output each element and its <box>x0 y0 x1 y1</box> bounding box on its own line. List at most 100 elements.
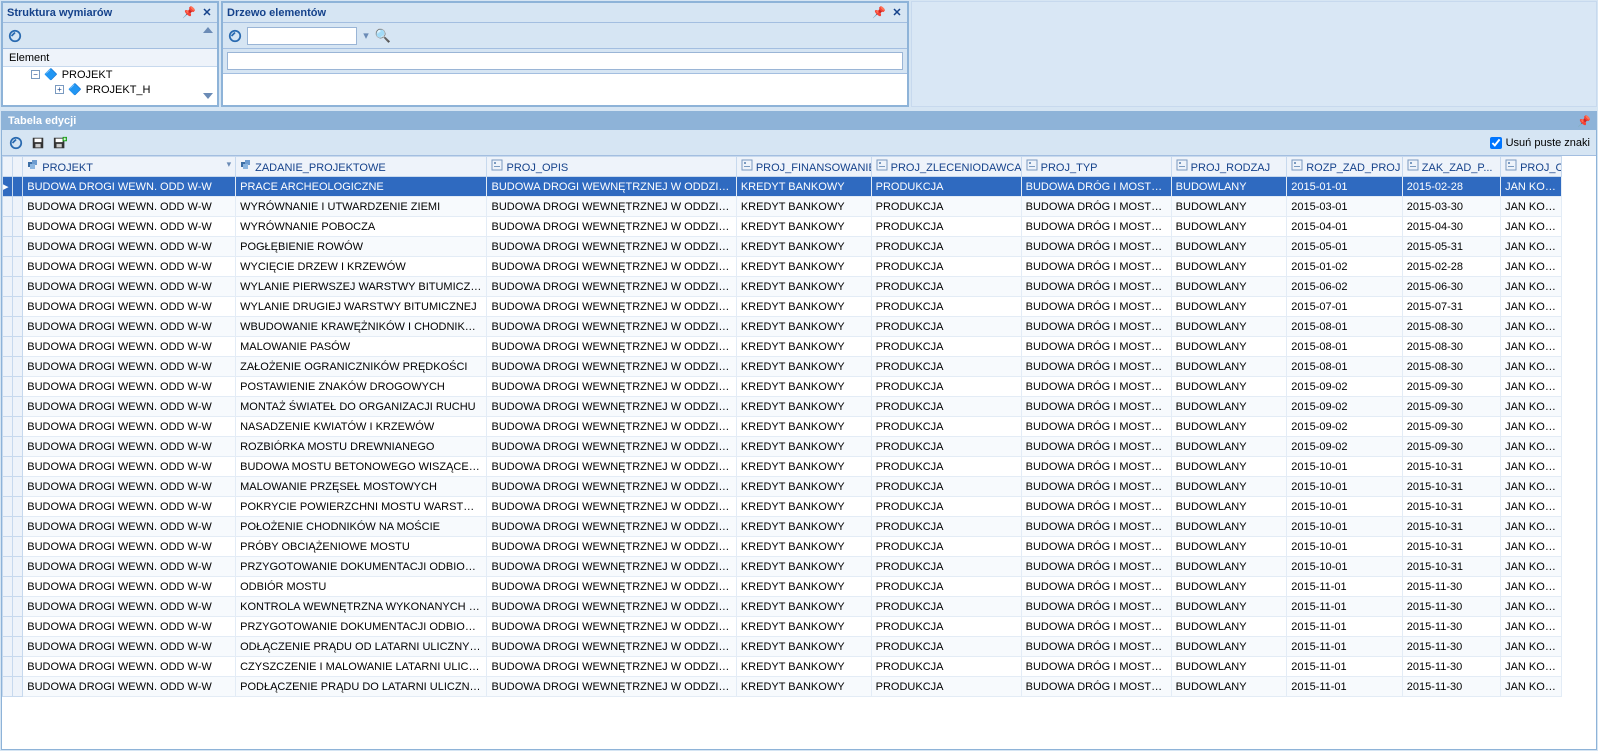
row-selector[interactable] <box>3 677 13 697</box>
table-row[interactable]: BUDOWA DROGI WEWN. ODD W-WWYRÓWNANIE I U… <box>3 197 1562 217</box>
cell-zlec[interactable]: PRODUKCJA <box>871 377 1021 397</box>
horizontal-scrollbar[interactable] <box>2 732 1596 749</box>
column-header-typ[interactable]: PROJ_TYP <box>1021 157 1171 177</box>
cell-rozp[interactable]: 2015-11-01 <box>1287 657 1403 677</box>
cell-opis[interactable]: BUDOWA DROGI WEWNĘTRZNEJ W ODDZIALE ... <box>487 677 736 697</box>
cell-fin[interactable]: KREDYT BANKOWY <box>736 437 871 457</box>
grid-scroll-area[interactable]: PROJEKT▾ZADANIE_PROJEKTOWEPROJ_OPISPROJ_… <box>2 156 1596 732</box>
cell-projekt[interactable]: BUDOWA DROGI WEWN. ODD W-W <box>23 237 236 257</box>
cell-projc[interactable]: JAN KOWAL <box>1501 677 1562 697</box>
cell-zlec[interactable]: PRODUKCJA <box>871 657 1021 677</box>
cell-fin[interactable]: KREDYT BANKOWY <box>736 377 871 397</box>
cell-rodzaj[interactable]: BUDOWLANY <box>1171 557 1287 577</box>
search-dropdown-icon[interactable]: ▾ <box>361 29 371 42</box>
cell-rodzaj[interactable]: BUDOWLANY <box>1171 217 1287 237</box>
pin-icon[interactable]: 📌 <box>183 7 195 19</box>
cell-projc[interactable]: JAN KOWAL <box>1501 657 1562 677</box>
cell-rozp[interactable]: 2015-09-02 <box>1287 377 1403 397</box>
cell-rozp[interactable]: 2015-08-01 <box>1287 357 1403 377</box>
cell-projc[interactable]: JAN KOWAL <box>1501 417 1562 437</box>
cell-zadanie[interactable]: PRZYGOTOWANIE DOKUMENTACJI ODBIORU D... <box>236 617 487 637</box>
row-selector[interactable] <box>3 337 13 357</box>
cell-projekt[interactable]: BUDOWA DROGI WEWN. ODD W-W <box>23 217 236 237</box>
cell-zadanie[interactable]: ODBIÓR MOSTU <box>236 577 487 597</box>
row-selector[interactable] <box>13 357 23 377</box>
cell-opis[interactable]: BUDOWA DROGI WEWNĘTRZNEJ W ODDZIALE ... <box>487 237 736 257</box>
cell-fin[interactable]: KREDYT BANKOWY <box>736 557 871 577</box>
cell-zadanie[interactable]: PRACE ARCHEOLOGICZNE <box>236 177 487 197</box>
cell-zak[interactable]: 2015-09-30 <box>1402 437 1500 457</box>
cell-projc[interactable]: JAN KOWAL <box>1501 237 1562 257</box>
column-header-projc[interactable]: PROJ_C <box>1501 157 1562 177</box>
cell-rodzaj[interactable]: BUDOWLANY <box>1171 677 1287 697</box>
cell-zak[interactable]: 2015-08-30 <box>1402 337 1500 357</box>
row-selector-header[interactable] <box>3 157 13 177</box>
cell-zlec[interactable]: PRODUKCJA <box>871 617 1021 637</box>
cell-rozp[interactable]: 2015-03-01 <box>1287 197 1403 217</box>
row-selector[interactable] <box>13 577 23 597</box>
refresh-icon[interactable] <box>8 135 24 151</box>
table-row[interactable]: BUDOWA DROGI WEWN. ODD W-WPOŁOŻENIE CHOD… <box>3 517 1562 537</box>
cell-zlec[interactable]: PRODUKCJA <box>871 397 1021 417</box>
cell-projekt[interactable]: BUDOWA DROGI WEWN. ODD W-W <box>23 337 236 357</box>
cell-zak[interactable]: 2015-10-31 <box>1402 557 1500 577</box>
cell-typ[interactable]: BUDOWA DRÓG I MOSTÓW <box>1021 177 1171 197</box>
cell-projekt[interactable]: BUDOWA DROGI WEWN. ODD W-W <box>23 177 236 197</box>
expand-icon[interactable]: + <box>55 85 64 94</box>
cell-rodzaj[interactable]: BUDOWLANY <box>1171 597 1287 617</box>
row-selector[interactable] <box>13 377 23 397</box>
cell-zak[interactable]: 2015-03-30 <box>1402 197 1500 217</box>
refresh-icon[interactable] <box>227 28 243 44</box>
cell-projekt[interactable]: BUDOWA DROGI WEWN. ODD W-W <box>23 297 236 317</box>
cell-zlec[interactable]: PRODUKCJA <box>871 197 1021 217</box>
row-selector-header[interactable] <box>13 157 23 177</box>
cell-projekt[interactable]: BUDOWA DROGI WEWN. ODD W-W <box>23 517 236 537</box>
cell-zlec[interactable]: PRODUKCJA <box>871 317 1021 337</box>
cell-fin[interactable]: KREDYT BANKOWY <box>736 297 871 317</box>
cell-zadanie[interactable]: POŁOŻENIE CHODNIKÓW NA MOŚCIE <box>236 517 487 537</box>
row-selector[interactable] <box>3 277 13 297</box>
cell-typ[interactable]: BUDOWA DRÓG I MOSTÓW <box>1021 677 1171 697</box>
cell-opis[interactable]: BUDOWA DROGI WEWNĘTRZNEJ W ODDZIALE ... <box>487 437 736 457</box>
cell-projekt[interactable]: BUDOWA DROGI WEWN. ODD W-W <box>23 677 236 697</box>
cell-projc[interactable]: JAN KOWAL <box>1501 257 1562 277</box>
dropdown-icon[interactable]: ▾ <box>227 159 232 170</box>
cell-typ[interactable]: BUDOWA DRÓG I MOSTÓW <box>1021 637 1171 657</box>
cell-fin[interactable]: KREDYT BANKOWY <box>736 177 871 197</box>
column-header-rodzaj[interactable]: PROJ_RODZAJ <box>1171 157 1287 177</box>
tree-node[interactable]: +🔷PROJEKT_H <box>3 82 217 97</box>
cell-projc[interactable]: JAN KOWAL <box>1501 197 1562 217</box>
cell-zadanie[interactable]: POGŁĘBIENIE ROWÓW <box>236 237 487 257</box>
row-selector[interactable] <box>3 617 13 637</box>
cell-zlec[interactable]: PRODUKCJA <box>871 577 1021 597</box>
cell-zak[interactable]: 2015-11-30 <box>1402 677 1500 697</box>
cell-typ[interactable]: BUDOWA DRÓG I MOSTÓW <box>1021 617 1171 637</box>
cell-typ[interactable]: BUDOWA DRÓG I MOSTÓW <box>1021 237 1171 257</box>
table-row[interactable]: BUDOWA DROGI WEWN. ODD W-WPOGŁĘBIENIE RO… <box>3 237 1562 257</box>
cell-rozp[interactable]: 2015-10-01 <box>1287 517 1403 537</box>
cell-rozp[interactable]: 2015-11-01 <box>1287 637 1403 657</box>
table-row[interactable]: BUDOWA DROGI WEWN. ODD W-WWBUDOWANIE KRA… <box>3 317 1562 337</box>
row-selector[interactable] <box>3 597 13 617</box>
cell-rozp[interactable]: 2015-01-01 <box>1287 177 1403 197</box>
cell-opis[interactable]: BUDOWA DROGI WEWNĘTRZNEJ W ODDZIALE ... <box>487 637 736 657</box>
cell-fin[interactable]: KREDYT BANKOWY <box>736 617 871 637</box>
cell-projc[interactable]: JAN KOWAL <box>1501 357 1562 377</box>
cell-rodzaj[interactable]: BUDOWLANY <box>1171 477 1287 497</box>
cell-zlec[interactable]: PRODUKCJA <box>871 537 1021 557</box>
cell-rozp[interactable]: 2015-07-01 <box>1287 297 1403 317</box>
cell-zak[interactable]: 2015-10-31 <box>1402 477 1500 497</box>
cell-fin[interactable]: KREDYT BANKOWY <box>736 637 871 657</box>
cell-fin[interactable]: KREDYT BANKOWY <box>736 517 871 537</box>
cell-typ[interactable]: BUDOWA DRÓG I MOSTÓW <box>1021 357 1171 377</box>
row-selector[interactable] <box>13 397 23 417</box>
cell-rodzaj[interactable]: BUDOWLANY <box>1171 357 1287 377</box>
cell-projc[interactable]: JAN KOWAL <box>1501 577 1562 597</box>
cell-opis[interactable]: BUDOWA DROGI WEWNĘTRZNEJ W ODDZIALE ... <box>487 397 736 417</box>
table-row[interactable]: BUDOWA DROGI WEWN. ODD W-WPOSTAWIENIE ZN… <box>3 377 1562 397</box>
cell-rozp[interactable]: 2015-10-01 <box>1287 557 1403 577</box>
row-selector[interactable] <box>13 177 23 197</box>
cell-rodzaj[interactable]: BUDOWLANY <box>1171 377 1287 397</box>
cell-fin[interactable]: KREDYT BANKOWY <box>736 397 871 417</box>
table-row[interactable]: BUDOWA DROGI WEWN. ODD W-WROZBIÓRKA MOST… <box>3 437 1562 457</box>
